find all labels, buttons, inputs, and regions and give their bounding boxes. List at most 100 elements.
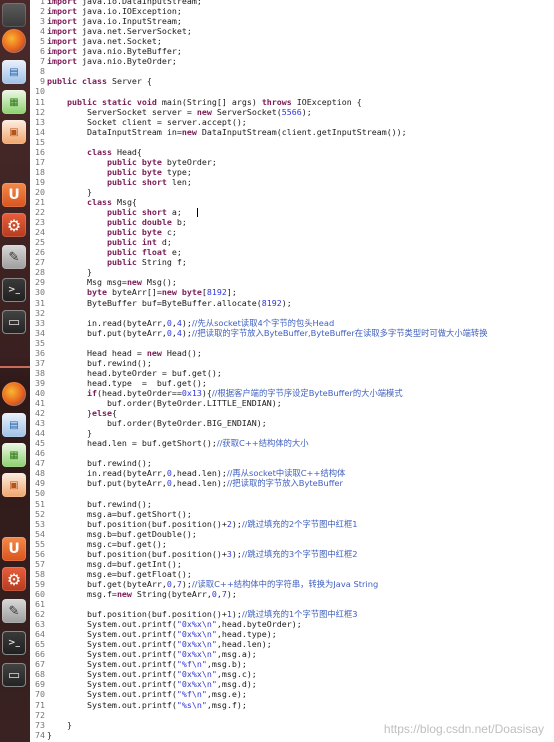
- libreoffice-writer-icon[interactable]: ▤: [2, 60, 26, 84]
- screen-icon[interactable]: ▭: [2, 310, 26, 334]
- code-line[interactable]: 10: [30, 86, 47, 96]
- code-line[interactable]: 62 buf.position(buf.position()+1);//跳过填充…: [30, 609, 358, 619]
- code-token: new: [196, 106, 212, 117]
- code-line[interactable]: 8: [30, 66, 47, 76]
- system-settings-icon-label: ⚙: [6, 569, 22, 589]
- code-line[interactable]: 6 import java.nio.ByteBuffer;: [30, 46, 182, 56]
- libreoffice-calc-icon[interactable]: ▦: [2, 90, 26, 114]
- code-line[interactable]: 44 }: [30, 428, 92, 438]
- code-line[interactable]: 32: [30, 308, 47, 318]
- text-editor-icon[interactable]: ✎: [2, 245, 26, 269]
- code-line[interactable]: 14 DataInputStream in=new DataInputStrea…: [30, 127, 407, 137]
- system-settings-icon[interactable]: ⚙: [2, 567, 26, 591]
- code-line[interactable]: 25 public int d;: [30, 237, 172, 247]
- code-line[interactable]: 41 buf.order(ByteOrder.LITTLE_ENDIAN);: [30, 398, 282, 408]
- code-line[interactable]: 63 System.out.printf("0x%x\n",head.byteO…: [30, 619, 302, 629]
- code-line[interactable]: 4 import java.net.ServerSocket;: [30, 26, 192, 36]
- code-line[interactable]: 50: [30, 488, 47, 498]
- code-line[interactable]: 17 public byte byteOrder;: [30, 157, 217, 167]
- code-line[interactable]: 18 public byte type;: [30, 167, 192, 177]
- screen-icon[interactable]: ▭: [2, 663, 26, 687]
- code-line[interactable]: 12 ServerSocket server = new ServerSocke…: [30, 107, 312, 117]
- libreoffice-calc-icon[interactable]: ▦: [2, 443, 26, 467]
- code-line[interactable]: 39 head.type = buf.get();: [30, 378, 207, 388]
- code-line[interactable]: 71 System.out.printf("%s\n",msg.f);: [30, 700, 247, 710]
- code-line[interactable]: 42 }else{: [30, 408, 117, 418]
- code-line[interactable]: 26 public float e;: [30, 247, 182, 257]
- code-line[interactable]: 36 Head head = new Head();: [30, 348, 202, 358]
- ubuntu-software-icon[interactable]: U: [2, 537, 26, 561]
- code-line[interactable]: 20 }: [30, 187, 92, 197]
- code-line[interactable]: 48 in.read(byteArr,0,head.len);//再从socke…: [30, 468, 345, 478]
- code-line[interactable]: 34 buf.put(byteArr,0,4);//把读取的字节放入ByteBu…: [30, 328, 488, 338]
- libreoffice-writer-icon[interactable]: ▤: [2, 413, 26, 437]
- line-number: 11: [35, 96, 45, 107]
- code-line[interactable]: 60 msg.f=new String(byteArr,0,7);: [30, 589, 237, 599]
- code-line[interactable]: 74}: [30, 730, 52, 740]
- code-line[interactable]: 30 byte byteArr[]=new byte[8192];: [30, 287, 237, 297]
- system-settings-icon[interactable]: ⚙: [2, 213, 26, 237]
- code-line[interactable]: 19 public short len;: [30, 177, 192, 187]
- code-line[interactable]: 29 Msg msg=new Msg();: [30, 277, 177, 287]
- code-line[interactable]: 66 System.out.printf("0x%x\n",msg.a);: [30, 649, 257, 659]
- code-line[interactable]: 69 System.out.printf("0x%x\n",msg.d);: [30, 679, 257, 689]
- code-line[interactable]: 65 System.out.printf("0x%x\n",head.len);: [30, 639, 272, 649]
- files-icon[interactable]: [2, 3, 26, 27]
- code-line[interactable]: 3 import java.io.InputStream;: [30, 16, 182, 26]
- code-line[interactable]: 64 System.out.printf("0x%x\n",head.type)…: [30, 629, 277, 639]
- code-line[interactable]: 72: [30, 710, 47, 720]
- code-line[interactable]: 45 head.len = buf.getShort();//获取C++结构体的…: [30, 438, 309, 448]
- code-token: System.out.printf(: [47, 659, 177, 670]
- libreoffice-impress-icon[interactable]: ▣: [2, 120, 26, 144]
- code-line[interactable]: 68 System.out.printf("0x%x\n",msg.c);: [30, 669, 257, 679]
- code-line[interactable]: 61: [30, 599, 47, 609]
- code-line[interactable]: 5 import java.net.Socket;: [30, 36, 162, 46]
- code-token: }: [47, 267, 92, 278]
- code-line[interactable]: 33 in.read(byteArr,0,4);//先从socket读取4个字节…: [30, 318, 334, 328]
- code-line[interactable]: 67 System.out.printf("%f\n",msg.b);: [30, 659, 247, 669]
- line-number: 12: [35, 106, 45, 117]
- terminal-icon[interactable]: >_: [2, 631, 26, 655]
- code-editor[interactable]: 1 import java.io.DataInputStream; 2 import …: [30, 0, 554, 742]
- code-line[interactable]: 23 public double b;: [30, 217, 187, 227]
- text-editor-icon[interactable]: ✎: [2, 599, 26, 623]
- code-line[interactable]: 38 head.byteOrder = buf.get();: [30, 368, 222, 378]
- ubuntu-software-icon[interactable]: U: [2, 183, 26, 207]
- code-line[interactable]: 27 public String f;: [30, 257, 187, 267]
- code-line[interactable]: 37 buf.rewind();: [30, 358, 152, 368]
- code-line[interactable]: 58 msg.e=buf.getFloat();: [30, 569, 192, 579]
- firefox-icon[interactable]: [2, 29, 26, 53]
- code-line[interactable]: 53 buf.position(buf.position()+2);//跳过填充…: [30, 519, 358, 529]
- code-line[interactable]: 51 buf.rewind();: [30, 499, 152, 509]
- code-line[interactable]: 56 buf.position(buf.position()+3);//跳过填充…: [30, 549, 358, 559]
- firefox-icon[interactable]: [2, 382, 26, 406]
- code-line[interactable]: 52 msg.a=buf.getShort();: [30, 509, 192, 519]
- libreoffice-impress-icon[interactable]: ▣: [2, 473, 26, 497]
- code-line[interactable]: 55 msg.c=buf.get();: [30, 539, 167, 549]
- code-line[interactable]: 73 }: [30, 720, 72, 730]
- code-line[interactable]: 16 class Head{: [30, 147, 142, 157]
- code-line[interactable]: 49 buf.put(byteArr,0,head.len);//把读取的字节放…: [30, 478, 343, 488]
- code-line[interactable]: 9 public class Server {: [30, 76, 152, 86]
- code-line[interactable]: 22 public short a;: [30, 207, 182, 217]
- code-line[interactable]: 70 System.out.printf("%f\n",msg.e);: [30, 689, 247, 699]
- code-line[interactable]: 13 Socket client = server.accept();: [30, 117, 247, 127]
- code-line[interactable]: 21 class Msg{: [30, 197, 137, 207]
- code-line[interactable]: 7 import java.nio.ByteOrder;: [30, 56, 177, 66]
- code-line[interactable]: 15: [30, 137, 47, 147]
- terminal-icon[interactable]: >_: [2, 278, 26, 302]
- code-line[interactable]: 31 ByteBuffer buf=ByteBuffer.allocate(81…: [30, 298, 292, 308]
- code-line[interactable]: 28 }: [30, 267, 92, 277]
- code-line[interactable]: 46: [30, 448, 47, 458]
- code-line[interactable]: 40 if(head.byteOrder==0x13){//根据客户端的字节序设…: [30, 388, 403, 398]
- code-line[interactable]: 2 import java.io.IOException;: [30, 6, 182, 16]
- code-line[interactable]: 35: [30, 338, 47, 348]
- code-line[interactable]: 57 msg.d=buf.getInt();: [30, 559, 182, 569]
- code-line[interactable]: 11 public static void main(String[] args…: [30, 97, 362, 107]
- code-line[interactable]: 43 buf.order(ByteOrder.BIG_ENDIAN);: [30, 418, 267, 428]
- code-line[interactable]: 54 msg.b=buf.getDouble();: [30, 529, 197, 539]
- code-token: msg.a=buf.getShort();: [47, 508, 192, 519]
- code-line[interactable]: 24 public byte c;: [30, 227, 177, 237]
- code-line[interactable]: 47 buf.rewind();: [30, 458, 152, 468]
- code-line[interactable]: 59 buf.get(byteArr,0,7);//读取C++结构体中的字符串，…: [30, 579, 378, 589]
